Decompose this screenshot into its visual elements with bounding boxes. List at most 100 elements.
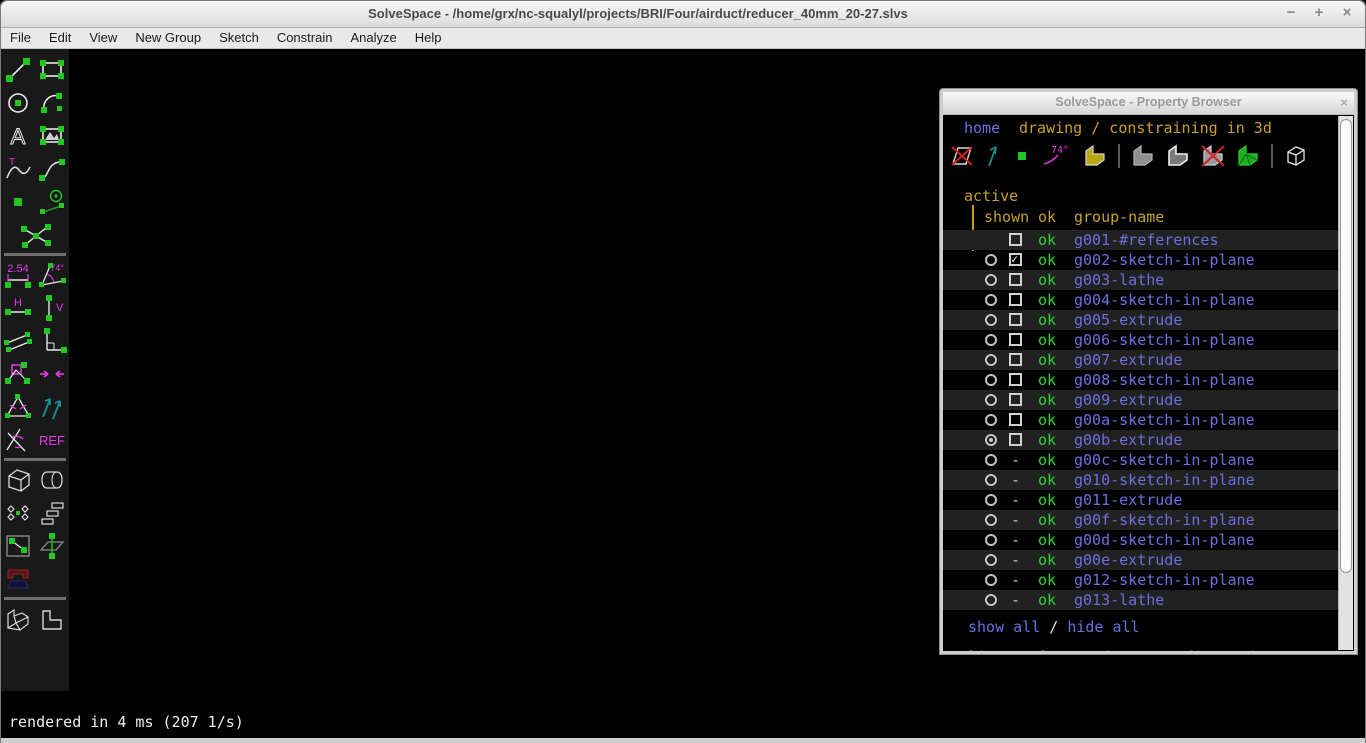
equal-constraint-tool[interactable] bbox=[1, 392, 35, 422]
group-name-link[interactable]: g013-lathe bbox=[1074, 590, 1164, 610]
angle-dimension-tool[interactable]: 74° bbox=[35, 260, 69, 290]
lathe-group-tool[interactable] bbox=[35, 465, 69, 495]
group-active-radio[interactable] bbox=[985, 594, 997, 606]
group-active-radio[interactable] bbox=[985, 274, 997, 286]
other-angle-tool[interactable] bbox=[1, 425, 35, 455]
datum-point-tool[interactable] bbox=[1, 187, 35, 217]
close-button[interactable]: × bbox=[1339, 4, 1355, 24]
group-active-radio[interactable] bbox=[985, 494, 997, 506]
property-browser-close-icon[interactable]: × bbox=[1340, 95, 1348, 110]
group-active-radio[interactable] bbox=[985, 574, 997, 586]
same-orientation-tool[interactable] bbox=[35, 392, 69, 422]
arc-tool[interactable] bbox=[35, 88, 69, 118]
sketch-in-plane-tool[interactable] bbox=[1, 531, 35, 561]
group-name-link[interactable]: g001-#references bbox=[1074, 230, 1219, 250]
group-shown-checkbox[interactable] bbox=[1009, 373, 1022, 386]
extrude-group-tool[interactable] bbox=[1, 465, 35, 495]
horizontal-constraint-tool[interactable]: H bbox=[1, 293, 35, 323]
group-active-radio[interactable] bbox=[985, 474, 997, 486]
group-name-link[interactable]: g00e-extrude bbox=[1074, 550, 1182, 570]
group-shown-checkbox[interactable] bbox=[1009, 313, 1022, 326]
group-shown-checkbox[interactable] bbox=[1009, 333, 1022, 346]
split-curves-tool[interactable] bbox=[18, 220, 52, 250]
group-shown-checkbox[interactable] bbox=[1009, 353, 1022, 366]
line-styles-link[interactable]: line styles bbox=[968, 648, 1067, 651]
home-link[interactable]: home bbox=[964, 117, 1000, 139]
group-name-link[interactable]: g012-sketch-in-plane bbox=[1074, 570, 1255, 590]
bezier-tool[interactable] bbox=[35, 154, 69, 184]
group-shown-checkbox[interactable] bbox=[1009, 413, 1022, 426]
group-active-radio[interactable] bbox=[985, 374, 997, 386]
scrollbar-thumb[interactable] bbox=[1340, 119, 1352, 573]
group-active-radio[interactable] bbox=[985, 554, 997, 566]
show-normals-icon[interactable] bbox=[982, 142, 1004, 170]
tangent-arc-tool[interactable]: T bbox=[1, 154, 35, 184]
show-mesh-icon[interactable] bbox=[1234, 142, 1262, 170]
group-name-link[interactable]: g005-extrude bbox=[1074, 310, 1182, 330]
group-name-link[interactable]: g00c-sketch-in-plane bbox=[1074, 450, 1255, 470]
rectangle-tool[interactable] bbox=[35, 55, 69, 85]
group-name-link[interactable]: g00f-sketch-in-plane bbox=[1074, 510, 1255, 530]
menu-file[interactable]: File bbox=[1, 28, 40, 48]
hide-workplanes-icon[interactable] bbox=[949, 142, 975, 170]
group-name-link[interactable]: g004-sketch-in-plane bbox=[1074, 290, 1255, 310]
show-constraints-icon[interactable]: 74° bbox=[1040, 142, 1074, 170]
group-active-radio[interactable] bbox=[985, 454, 997, 466]
group-name-link[interactable]: g003-lathe bbox=[1074, 270, 1164, 290]
show-edges-icon[interactable] bbox=[1164, 142, 1192, 170]
group-active-radio[interactable] bbox=[985, 414, 997, 426]
circle-tool[interactable] bbox=[1, 88, 35, 118]
group-shown-checkbox[interactable] bbox=[1009, 253, 1022, 266]
line-segment-tool[interactable] bbox=[1, 55, 35, 85]
group-active-radio[interactable] bbox=[985, 534, 997, 546]
show-hidden-lines-icon[interactable] bbox=[1282, 142, 1310, 170]
menu-sketch[interactable]: Sketch bbox=[210, 28, 268, 48]
menu-view[interactable]: View bbox=[80, 28, 126, 48]
group-shown-checkbox[interactable] bbox=[1009, 393, 1022, 406]
symmetric-constraint-tool[interactable] bbox=[35, 359, 69, 389]
distance-dimension-tool[interactable]: 2.54 bbox=[1, 260, 35, 290]
boolean-union-tool[interactable] bbox=[1, 604, 35, 634]
assemble-tool[interactable] bbox=[35, 604, 69, 634]
menu-new-group[interactable]: New Group bbox=[126, 28, 210, 48]
group-name-link[interactable]: g006-sketch-in-plane bbox=[1074, 330, 1255, 350]
group-name-link[interactable]: g00b-extrude bbox=[1074, 430, 1182, 450]
group-name-link[interactable]: g007-extrude bbox=[1074, 350, 1182, 370]
hide-outlines-icon[interactable] bbox=[1199, 142, 1227, 170]
group-shown-checkbox[interactable] bbox=[1009, 233, 1022, 246]
show-all-link[interactable]: show all bbox=[968, 618, 1040, 636]
group-active-radio[interactable] bbox=[985, 334, 997, 346]
group-name-link[interactable]: g002-sketch-in-plane bbox=[1074, 250, 1255, 270]
text-tool[interactable]: A bbox=[1, 121, 35, 151]
group-shown-checkbox[interactable] bbox=[1009, 433, 1022, 446]
minimize-button[interactable]: − bbox=[1283, 4, 1299, 24]
show-shaded-icon[interactable] bbox=[1129, 142, 1157, 170]
group-active-radio[interactable] bbox=[985, 314, 997, 326]
perpendicular-constraint-tool[interactable] bbox=[35, 326, 69, 356]
parallel-constraint-tool[interactable] bbox=[1, 326, 35, 356]
hide-all-link[interactable]: hide all bbox=[1067, 618, 1139, 636]
group-active-radio[interactable] bbox=[985, 294, 997, 306]
image-tool[interactable] bbox=[35, 121, 69, 151]
view-link[interactable]: view bbox=[1094, 648, 1130, 651]
group-active-radio[interactable] bbox=[985, 434, 997, 446]
reference-dimension-tool[interactable]: REF bbox=[35, 425, 69, 455]
rotate-group-tool[interactable] bbox=[1, 498, 35, 528]
group-shown-checkbox[interactable] bbox=[1009, 293, 1022, 306]
translate-group-tool[interactable] bbox=[35, 498, 69, 528]
group-name-link[interactable]: g00a-sketch-in-plane bbox=[1074, 410, 1255, 430]
vertical-constraint-tool[interactable]: V bbox=[35, 293, 69, 323]
property-browser-scrollbar[interactable] bbox=[1338, 116, 1353, 650]
show-faces-icon[interactable] bbox=[1081, 142, 1109, 170]
group-name-link[interactable]: g009-extrude bbox=[1074, 390, 1182, 410]
menu-help[interactable]: Help bbox=[406, 28, 451, 48]
group-name-link[interactable]: g010-sketch-in-plane bbox=[1074, 470, 1255, 490]
property-browser-titlebar[interactable]: SolveSpace - Property Browser × bbox=[943, 92, 1354, 115]
configuration-link[interactable]: configuration bbox=[1158, 648, 1275, 651]
title-bar[interactable]: SolveSpace - /home/grx/nc-squalyl/projec… bbox=[1, 1, 1365, 28]
menu-analyze[interactable]: Analyze bbox=[341, 28, 405, 48]
group-active-radio[interactable] bbox=[985, 354, 997, 366]
point-on-element-tool[interactable] bbox=[1, 359, 35, 389]
show-points-icon[interactable] bbox=[1011, 142, 1033, 170]
group-active-radio[interactable] bbox=[985, 394, 997, 406]
